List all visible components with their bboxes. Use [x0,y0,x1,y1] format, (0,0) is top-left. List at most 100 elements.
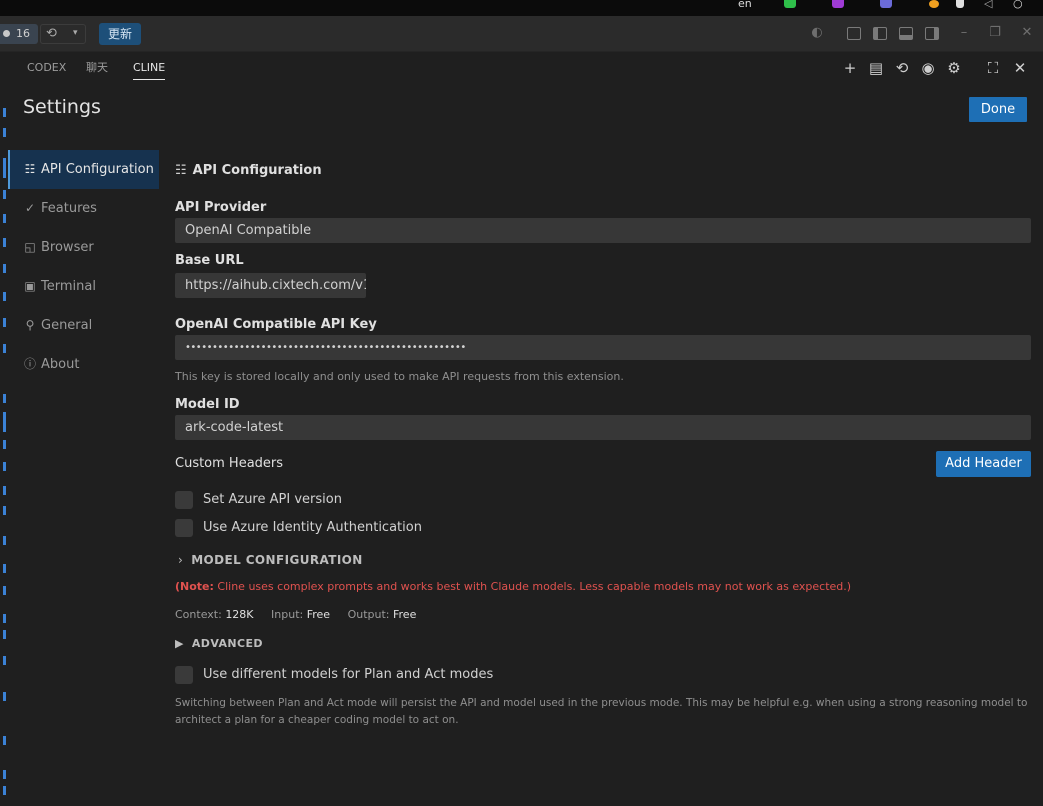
toggle-panel-icon[interactable] [899,27,913,40]
strip-marker [3,692,6,701]
note-prefix: (Note: [175,580,214,593]
notification-count-badge[interactable]: 16 [0,24,38,44]
strip-marker [3,108,6,117]
strip-marker [3,440,6,449]
strip-marker [3,412,6,432]
output-label: Output: [347,608,390,621]
section-title-text: API Configuration [192,163,322,178]
nav-item-terminal[interactable]: ▣ Terminal [8,267,159,306]
wechat-tray-icon[interactable] [784,0,796,8]
strip-marker [3,786,6,795]
api-provider-label: API Provider [175,200,267,215]
history-icon[interactable]: ⟲ [894,60,910,76]
azure-identity-checkbox[interactable] [175,519,193,537]
azure-version-option[interactable]: Set Azure API version [175,491,342,509]
nav-item-label: API Configuration [41,162,154,177]
strip-marker [3,158,6,178]
strip-marker [3,486,6,495]
customize-layout-icon[interactable] [847,27,861,40]
nav-item-features[interactable]: ✓ Features [8,189,159,228]
gear-icon[interactable]: ⚙ [946,60,962,76]
base-url-label: Base URL [175,253,244,268]
terminal-icon: ▣ [24,279,36,293]
grid-tray-icon[interactable] [956,0,964,8]
model-configuration-toggle[interactable]: › MODEL CONFIGURATION [178,553,363,567]
account-icon[interactable]: ◉ [920,60,936,76]
restore-icon[interactable]: ❐ [988,26,1002,40]
model-configuration-label: MODEL CONFIGURATION [191,553,363,567]
strip-marker [3,344,6,353]
info-icon: ⓘ [23,357,36,371]
nav-item-label: General [41,318,93,333]
strip-marker [3,318,6,327]
add-header-button[interactable]: Add Header [936,451,1031,477]
wrench-icon: ⚲ [25,318,35,332]
user-tray-icon[interactable] [880,0,892,8]
api-key-input[interactable]: ••••••••••••••••••••••••••••••••••••••••… [175,335,1031,360]
browser-icon: ◱ [24,240,36,254]
strip-marker [3,292,6,301]
strip-marker [3,614,6,623]
strip-marker [3,656,6,665]
plan-act-option[interactable]: Use different models for Plan and Act mo… [175,666,493,684]
nav-item-browser[interactable]: ◱ Browser [8,228,159,267]
nav-item-label: About [41,357,80,372]
strip-marker [3,770,6,779]
update-button[interactable]: 更新 [99,23,141,45]
sliders-icon: ☷ [175,163,187,178]
nav-item-label: Browser [41,240,94,255]
close-window-icon[interactable]: ✕ [1020,26,1034,40]
azure-identity-option[interactable]: Use Azure Identity Authentication [175,519,422,537]
os-top-bar: en ◁ ○ [0,0,1043,16]
app-tray-icon[interactable] [832,0,844,8]
api-provider-select[interactable]: OpenAI Compatible [175,218,1031,243]
strip-marker [3,564,6,573]
nav-item-about[interactable]: ⓘ About [8,345,159,384]
strip-marker [3,586,6,595]
close-panel-icon[interactable]: ✕ [1012,60,1028,76]
fullscreen-icon[interactable]: ⛶ [985,60,1001,76]
strip-marker [3,462,6,471]
minimize-icon[interactable]: – [957,26,971,40]
model-info-row: Context: 128K Input: Free Output: Free [175,608,430,621]
strip-marker [3,630,6,639]
api-key-hint: This key is stored locally and only used… [175,370,624,383]
plus-icon[interactable]: + [842,60,858,76]
tab-chat[interactable]: 聊天 [86,62,108,80]
strip-marker [3,238,6,247]
strip-marker [3,736,6,745]
tab-codex[interactable]: CODEX [27,62,66,80]
api-key-label: OpenAI Compatible API Key [175,317,377,332]
strip-marker [3,128,6,137]
done-button[interactable]: Done [969,97,1027,122]
sync-icon: ⟲ [46,26,57,41]
power-tray-icon[interactable]: ○ [1013,0,1023,10]
strip-marker [3,506,6,515]
status-tray-icon[interactable] [929,0,939,8]
section-title: ☷ API Configuration [175,163,322,178]
volume-tray-icon[interactable]: ◁ [984,0,992,10]
note-text: Cline uses complex prompts and works bes… [213,580,852,593]
plan-act-checkbox[interactable] [175,666,193,684]
input-label: Input: [271,608,304,621]
strip-marker [3,394,6,403]
toggle-secondary-sidebar-icon[interactable] [925,27,939,40]
sync-dropdown[interactable]: ⟲ ▾ [40,24,86,44]
base-url-input[interactable]: https://aihub.cixtech.com/v1 [175,273,366,298]
azure-identity-label: Use Azure Identity Authentication [203,520,422,535]
azure-version-label: Set Azure API version [203,492,342,507]
toggle-primary-sidebar-icon[interactable] [873,27,887,40]
model-warning-note: (Note: Cline uses complex prompts and wo… [175,580,851,593]
advanced-toggle[interactable]: ▶ ADVANCED [175,637,263,650]
nav-item-general[interactable]: ⚲ General [8,306,159,345]
azure-version-checkbox[interactable] [175,491,193,509]
copilot-icon[interactable]: ◐ [810,26,824,40]
tab-cline[interactable]: CLINE [133,62,166,80]
language-indicator[interactable]: en [738,0,752,10]
context-label: Context: [175,608,222,621]
mcp-servers-icon[interactable]: ▤ [868,60,884,76]
model-id-input[interactable]: ark-code-latest [175,415,1031,440]
nav-item-api-configuration[interactable]: ☷ API Configuration [8,150,159,189]
nav-item-label: Terminal [41,279,96,294]
activity-strip [0,86,8,806]
